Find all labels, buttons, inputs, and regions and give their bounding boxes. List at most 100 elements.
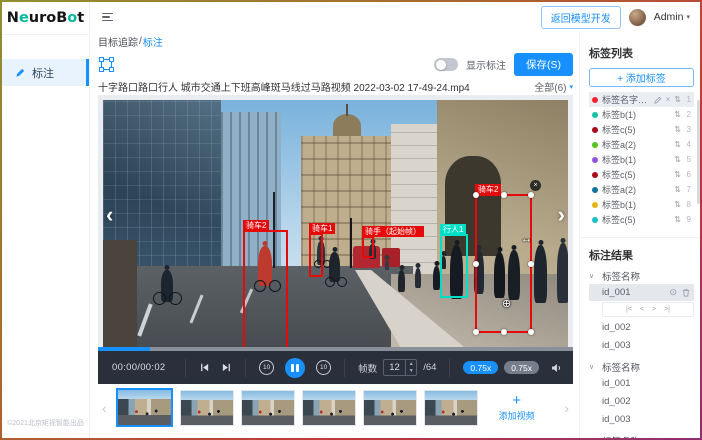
- forward-10-button[interactable]: 10: [316, 360, 331, 375]
- result-item[interactable]: id_003: [589, 337, 694, 354]
- sidebar-item-annotate[interactable]: 标注: [2, 59, 89, 86]
- page-next-icon[interactable]: >: [652, 306, 656, 313]
- resize-handle[interactable]: [501, 192, 507, 198]
- thumbs-next-icon[interactable]: ›: [562, 400, 571, 416]
- annotation-box[interactable]: 骑车2: [475, 194, 532, 333]
- label-row[interactable]: 标签a(2)⇅4: [589, 137, 694, 152]
- page-first-icon[interactable]: |<: [626, 306, 632, 313]
- copyright-text: ©2021北京矩视智能出品: [2, 418, 89, 438]
- visibility-icon[interactable]: ⊙: [669, 287, 677, 298]
- rewind-10-button[interactable]: 10: [259, 360, 274, 375]
- label-row[interactable]: 标签a(2)⇅7: [589, 182, 694, 197]
- sort-label-icon[interactable]: ⇅: [674, 125, 681, 134]
- annotation-box[interactable]: 骑车2: [243, 230, 288, 347]
- annotation-box[interactable]: 行人1: [440, 234, 468, 298]
- label-row[interactable]: 标签c(5)⇅6: [589, 167, 694, 182]
- main-area: 目标追踪 / 标注 显示标注 保存(S): [90, 32, 579, 438]
- filter-label: 全部(6): [534, 79, 566, 94]
- annotation-box[interactable]: 骑手（起始帧）: [362, 236, 374, 258]
- next-frame-button[interactable]: [221, 362, 232, 373]
- frame-number-stepper[interactable]: 12 ▲ ▼: [383, 359, 417, 376]
- resize-handle[interactable]: [473, 192, 479, 198]
- sort-label-icon[interactable]: ⇅: [674, 170, 681, 179]
- resize-handle[interactable]: [501, 329, 507, 335]
- resize-handle[interactable]: [528, 261, 534, 267]
- resize-handle[interactable]: [473, 261, 479, 267]
- add-video-button[interactable]: + 添加视频: [485, 388, 549, 428]
- label-row[interactable]: 标签b(1)⇅5: [589, 152, 694, 167]
- thumbs-prev-icon[interactable]: ‹: [100, 400, 109, 416]
- video-title-row: 十字路口路口行人 城市交通上下班高峰斑马线过马路视频 2022-03-02 17…: [98, 78, 573, 95]
- page-prev-icon[interactable]: <: [640, 306, 644, 313]
- pause-button[interactable]: [285, 358, 305, 378]
- add-label-button[interactable]: + 添加标签: [589, 68, 694, 87]
- user-menu[interactable]: Admin ▾: [654, 11, 690, 23]
- label-color-dot: [592, 187, 598, 193]
- edit-label-icon[interactable]: [654, 96, 662, 104]
- resize-handle[interactable]: [528, 192, 534, 198]
- app-logo: NeuroBot: [2, 2, 89, 35]
- result-group-header[interactable]: ∨标签名称: [589, 359, 694, 374]
- video-thumbnail[interactable]: [424, 390, 478, 426]
- filter-dropdown[interactable]: 全部(6) ▾: [534, 79, 573, 94]
- sort-label-icon[interactable]: ⇅: [674, 185, 681, 194]
- save-button[interactable]: 保存(S): [514, 53, 573, 76]
- scrollbar[interactable]: [697, 100, 700, 204]
- anno-corner-button[interactable]: ×: [530, 180, 541, 191]
- video-thumbnail[interactable]: [302, 390, 356, 426]
- label-row[interactable]: 标签c(5)⇅9: [589, 212, 694, 227]
- volume-icon[interactable]: [551, 363, 563, 373]
- page-last-icon[interactable]: >|: [664, 306, 670, 313]
- menu-collapse-icon[interactable]: [102, 13, 113, 22]
- result-item[interactable]: id_002: [589, 319, 694, 336]
- results-title: 标注结果: [589, 247, 694, 263]
- delete-label-icon[interactable]: ×: [666, 96, 671, 104]
- video-thumbnail[interactable]: [116, 388, 173, 427]
- bounding-box-tool-icon[interactable]: [98, 56, 115, 73]
- move-cursor-icon: ⊕: [502, 297, 511, 310]
- result-group-header[interactable]: ∨标签名称: [589, 268, 694, 283]
- annotation-box[interactable]: 骑车1: [309, 233, 323, 277]
- label-row[interactable]: 标签b(1)⇅2: [589, 107, 694, 122]
- sort-label-icon[interactable]: ⇅: [674, 215, 681, 224]
- trash-icon[interactable]: [682, 288, 690, 297]
- stepper-up-icon[interactable]: ▲: [406, 360, 416, 368]
- breadcrumb-parent[interactable]: 目标追踪: [98, 34, 138, 49]
- label-row[interactable]: 标签c(5)⇅3: [589, 122, 694, 137]
- result-id: id_001: [602, 287, 631, 298]
- speed-button-secondary[interactable]: 0.75x: [504, 361, 539, 374]
- sort-label-icon[interactable]: ⇅: [674, 110, 681, 119]
- prev-frame-button[interactable]: [199, 362, 210, 373]
- sort-label-icon[interactable]: ⇅: [674, 200, 681, 209]
- video-progress-bar[interactable]: [98, 347, 573, 351]
- label-color-dot: [592, 202, 598, 208]
- sort-label-icon[interactable]: ⇅: [674, 155, 681, 164]
- frame-number-value[interactable]: 12: [384, 360, 405, 375]
- label-name: 标签a(2): [602, 183, 670, 196]
- thumbnail-strip: ‹ + 添加视频 ›: [98, 384, 573, 431]
- resize-handle[interactable]: [528, 329, 534, 335]
- result-item[interactable]: id_002: [589, 393, 694, 410]
- stepper-down-icon[interactable]: ▼: [406, 368, 416, 376]
- video-thumbnail[interactable]: [363, 390, 417, 426]
- video-thumbnail[interactable]: [180, 390, 234, 426]
- video-title: 十字路口路口行人 城市交通上下班高峰斑马线过马路视频 2022-03-02 17…: [98, 79, 470, 94]
- label-row[interactable]: 标签名字最长数...×⇅1: [589, 92, 694, 107]
- sort-label-icon[interactable]: ⇅: [674, 95, 681, 104]
- show-annotation-toggle[interactable]: [434, 58, 458, 71]
- label-row[interactable]: 标签b(1)⇅8: [589, 197, 694, 212]
- resize-handle[interactable]: [473, 329, 479, 335]
- result-item[interactable]: id_003: [589, 411, 694, 428]
- result-group-header[interactable]: >标签名称: [589, 433, 694, 438]
- breadcrumb-current[interactable]: 标注: [143, 34, 163, 49]
- back-to-model-dev-button[interactable]: 返回模型开发: [541, 6, 621, 29]
- speed-button-primary[interactable]: 0.75x: [463, 361, 498, 374]
- annotation-label: 骑车2: [243, 220, 269, 231]
- result-item[interactable]: id_001 ⊙: [589, 284, 694, 301]
- video-thumbnail[interactable]: [241, 390, 295, 426]
- sort-label-icon[interactable]: ⇅: [674, 140, 681, 149]
- video-next-icon[interactable]: ›: [558, 205, 565, 225]
- video-prev-icon[interactable]: ‹: [106, 205, 113, 225]
- result-item[interactable]: id_001: [589, 375, 694, 392]
- avatar[interactable]: [629, 9, 646, 26]
